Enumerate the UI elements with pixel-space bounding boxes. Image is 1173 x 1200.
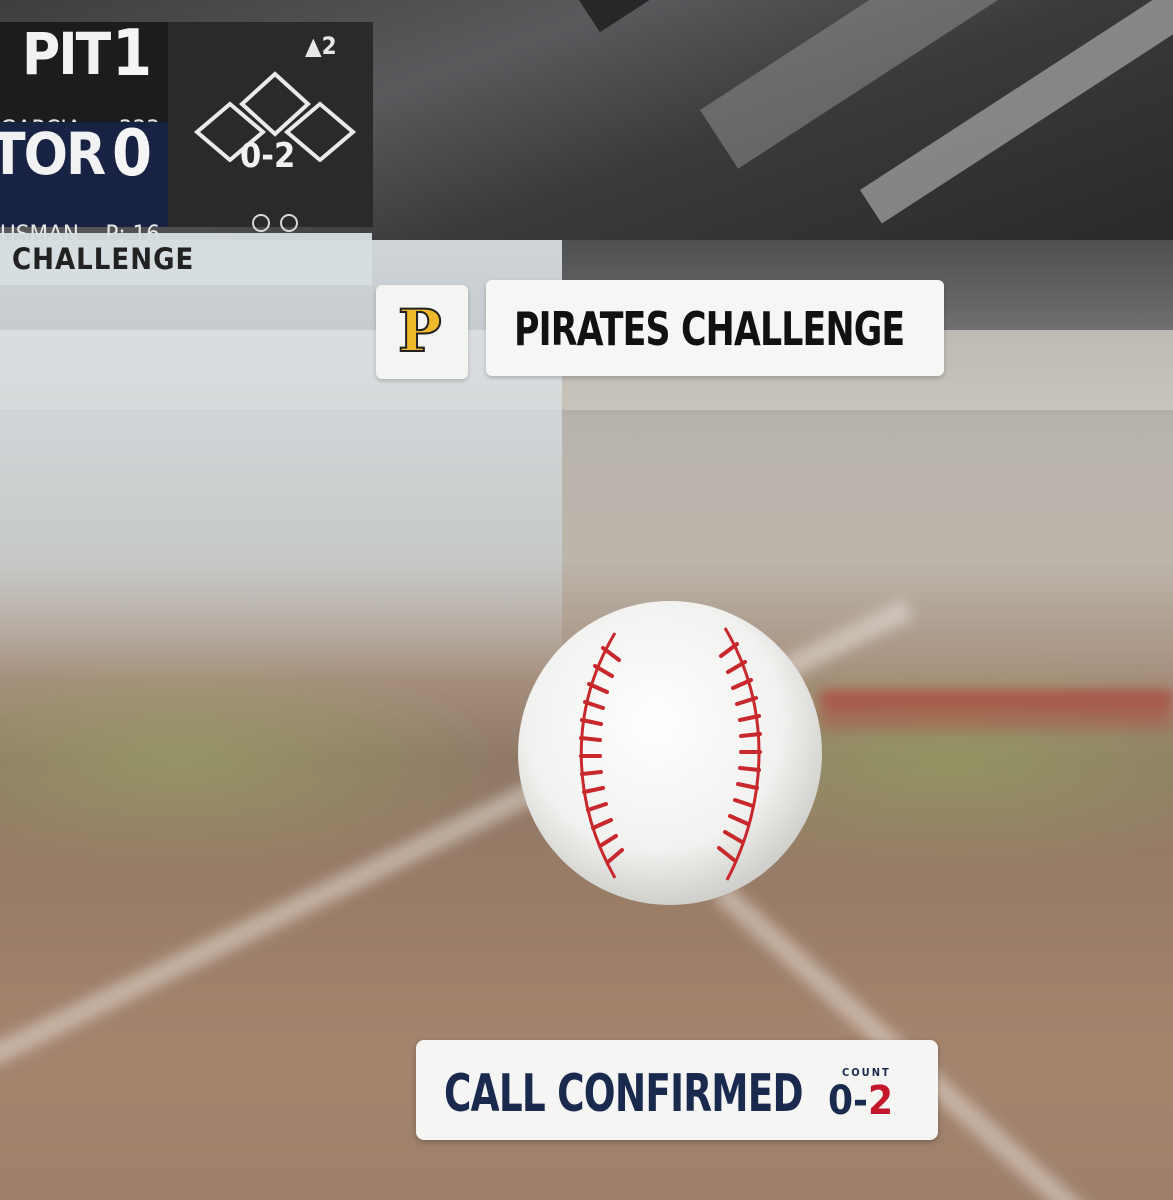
challenge-title: PIRATES CHALLENGE — [514, 302, 905, 356]
home-team-row: TOR 0 USMAN P: 16 — [0, 117, 168, 247]
challenge-strip: CHALLENGE — [0, 233, 372, 285]
home-team-score: 0 — [111, 117, 152, 191]
away-team-abbr: PIT — [22, 20, 111, 88]
balls-count: 0 — [828, 1078, 854, 1124]
wall-padding — [820, 690, 1173, 732]
scorebug-count: 0-2 — [240, 136, 296, 176]
away-team-row: PIT 1 GARCIA .333 — [0, 17, 168, 142]
pirates-p-logo-icon: P — [397, 296, 443, 366]
team-logo-badge: P — [376, 285, 468, 379]
baseball-icon — [518, 601, 822, 905]
challenge-strip-label: CHALLENGE — [12, 242, 195, 276]
inning-indicator: ▲2 — [305, 32, 337, 60]
count-value: 0-2 — [828, 1078, 893, 1124]
out-dot-icon — [252, 214, 270, 232]
home-team-abbr: TOR — [0, 120, 106, 188]
challenge-banner: PIRATES CHALLENGE — [486, 280, 944, 376]
call-result-text: CALL CONFIRMED — [444, 1064, 804, 1124]
scorebug: PIT 1 GARCIA .333 TOR 0 USMAN P: 16 ▲2 0… — [0, 17, 373, 247]
strike-zone-overlay-panel — [0, 240, 562, 680]
away-team-score: 1 — [111, 17, 152, 91]
count-separator: - — [853, 1078, 868, 1124]
strikes-count: 2 — [868, 1078, 894, 1124]
call-result-banner: CALL CONFIRMED COUNT 0-2 — [416, 1040, 938, 1140]
out-dot-icon — [280, 214, 298, 232]
